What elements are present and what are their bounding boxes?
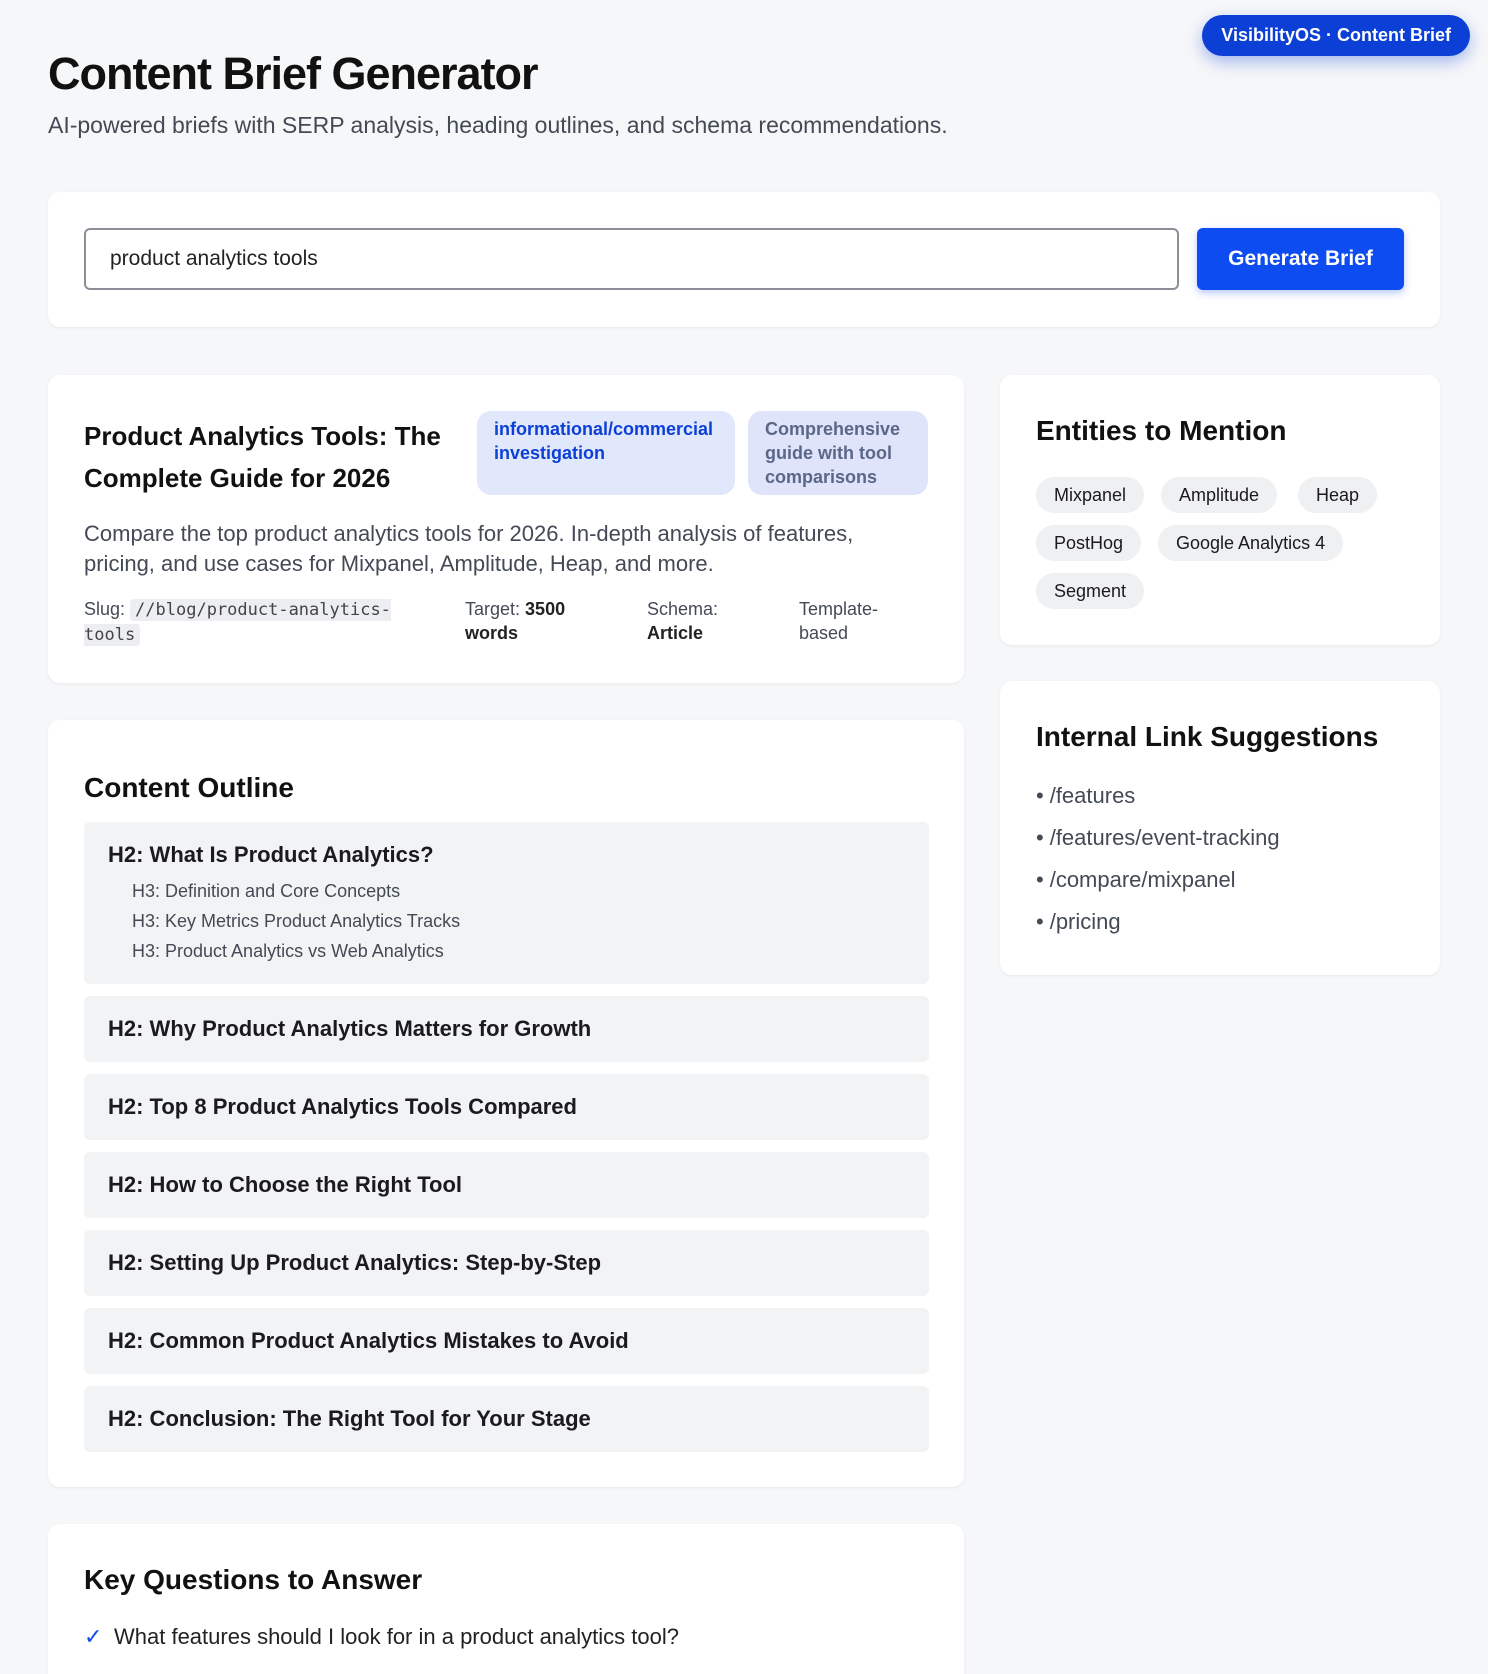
bullet-icon: • xyxy=(1036,783,1044,808)
schema-label: Schema: xyxy=(647,599,719,619)
slug-value: //blog/product-analytics-tools xyxy=(84,599,391,646)
bullet-icon: • xyxy=(1036,867,1044,892)
content-outline-card: Content Outline H2: What Is Product Anal… xyxy=(48,720,964,1487)
link-suggestion[interactable]: •/compare/mixpanel xyxy=(1036,867,1236,893)
target-meta: Target: 3500 words xyxy=(465,597,605,645)
template-meta: Template-based xyxy=(799,599,879,643)
entity-chip: Mixpanel xyxy=(1036,477,1145,513)
app-badge: VisibilityOS · Content Brief xyxy=(1202,15,1470,56)
entity-chip: Heap xyxy=(1298,477,1378,513)
link-suggestion[interactable]: •/features xyxy=(1036,783,1135,809)
outline-h2: H2: Common Product Analytics Mistakes to… xyxy=(108,1328,629,1353)
link-suggestion[interactable]: •/features/event-tracking xyxy=(1036,825,1280,851)
outline-h2: H2: What Is Product Analytics? xyxy=(108,842,434,867)
internal-links-card: Internal Link Suggestions •/features •/f… xyxy=(1000,681,1440,975)
outline-heading: Content Outline xyxy=(84,772,294,803)
outline-h2: H2: Setting Up Product Analytics: Step-b… xyxy=(108,1250,602,1275)
outline-h3: H3: Definition and Core Concepts xyxy=(132,881,401,901)
outline-section: H2: Top 8 Product Analytics Tools Compar… xyxy=(84,1074,929,1140)
key-questions-card: Key Questions to Answer ✓ What features … xyxy=(48,1524,964,1674)
entity-chip: PostHog xyxy=(1036,525,1142,561)
link-path: /pricing xyxy=(1049,909,1121,934)
entity-chip: Amplitude xyxy=(1161,477,1278,513)
outline-section: H2: Setting Up Product Analytics: Step-b… xyxy=(84,1230,929,1296)
outline-section: H2: Why Product Analytics Matters for Gr… xyxy=(84,996,929,1062)
schema-meta: Schema: Article xyxy=(647,597,757,645)
outline-h3: H3: Product Analytics vs Web Analytics xyxy=(132,941,444,961)
entity-chip: Google Analytics 4 xyxy=(1158,525,1344,561)
link-suggestion[interactable]: •/pricing xyxy=(1036,909,1121,935)
generate-brief-button[interactable]: Generate Brief xyxy=(1197,228,1404,290)
bullet-icon: • xyxy=(1036,825,1044,850)
brief-title: Product Analytics Tools: The Complete Gu… xyxy=(84,421,441,493)
brief-description: Compare the top product analytics tools … xyxy=(84,521,854,576)
link-path: /compare/mixpanel xyxy=(1049,867,1236,892)
brief-summary-card: Product Analytics Tools: The Complete Gu… xyxy=(48,375,964,683)
outline-h2: H2: Why Product Analytics Matters for Gr… xyxy=(108,1016,592,1041)
entities-card: Entities to Mention Mixpanel Amplitude H… xyxy=(1000,375,1440,645)
search-card: Generate Brief xyxy=(48,192,1440,327)
bullet-icon: • xyxy=(1036,909,1044,934)
entities-heading: Entities to Mention xyxy=(1036,415,1287,446)
entity-chip: Segment xyxy=(1036,573,1145,609)
outline-section: H2: Conclusion: The Right Tool for Your … xyxy=(84,1386,929,1452)
intent-tag: informational/commercial investigation xyxy=(477,411,735,495)
slug-label: Slug: xyxy=(84,599,126,619)
page-subtitle: AI-powered briefs with SERP analysis, he… xyxy=(48,112,948,138)
keyword-input[interactable] xyxy=(84,228,1179,290)
schema-value: Article xyxy=(647,623,704,643)
outline-h2: H2: Top 8 Product Analytics Tools Compar… xyxy=(108,1094,577,1119)
slug-meta: Slug: //blog/product-analytics-tools xyxy=(84,597,414,647)
outline-h2: H2: How to Choose the Right Tool xyxy=(108,1172,462,1197)
link-path: /features/event-tracking xyxy=(1049,825,1280,850)
outline-h2: H2: Conclusion: The Right Tool for Your … xyxy=(108,1406,591,1431)
page: VisibilityOS · Content Brief Content Bri… xyxy=(0,0,1488,1674)
page-title: Content Brief Generator xyxy=(48,48,539,99)
outline-section: H2: How to Choose the Right Tool xyxy=(84,1152,929,1218)
format-tag: Comprehensive guide with tool comparison… xyxy=(748,411,928,495)
question-item: What features should I look for in a pro… xyxy=(114,1624,679,1649)
link-path: /features xyxy=(1049,783,1136,808)
check-icon: ✓ xyxy=(84,1624,103,1649)
questions-heading: Key Questions to Answer xyxy=(84,1564,423,1595)
links-heading: Internal Link Suggestions xyxy=(1036,721,1379,752)
target-label: Target: xyxy=(465,599,521,619)
outline-section: H2: What Is Product Analytics? H3: Defin… xyxy=(84,822,929,984)
outline-section: H2: Common Product Analytics Mistakes to… xyxy=(84,1308,929,1374)
outline-h3: H3: Key Metrics Product Analytics Tracks xyxy=(132,911,461,931)
